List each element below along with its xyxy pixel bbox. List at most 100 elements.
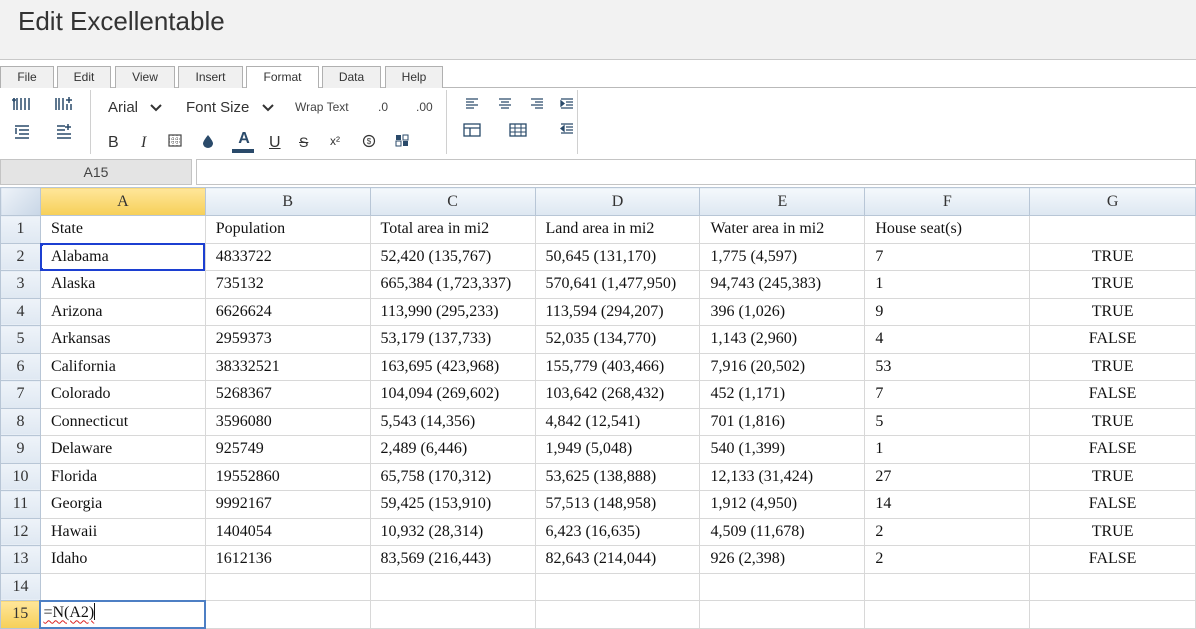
- insert-column-left-icon[interactable]: [12, 96, 32, 112]
- grid-cell[interactable]: 1,912 (4,950): [699, 490, 866, 519]
- grid-cell[interactable]: 53,625 (138,888): [534, 462, 701, 491]
- grid-cell[interactable]: 2: [864, 545, 1031, 574]
- outdent-icon[interactable]: [560, 123, 574, 135]
- grid-cell[interactable]: Arkansas: [39, 325, 206, 354]
- grid-cell[interactable]: 10,932 (28,314): [369, 517, 536, 546]
- grid-cell[interactable]: [699, 600, 866, 629]
- row-header[interactable]: 5: [0, 325, 41, 354]
- grid-cell[interactable]: Idaho: [39, 545, 206, 574]
- grid-cell[interactable]: 7: [864, 242, 1031, 271]
- row-header[interactable]: 12: [0, 517, 41, 546]
- font-family-select[interactable]: Arial: [108, 99, 162, 116]
- grid-cell[interactable]: 5,543 (14,356): [369, 407, 536, 436]
- grid-cell[interactable]: Connecticut: [39, 407, 206, 436]
- column-header-d[interactable]: D: [534, 187, 701, 216]
- grid-cell[interactable]: [864, 572, 1031, 601]
- tab-insert[interactable]: Insert: [178, 66, 243, 88]
- grid-cell[interactable]: Colorado: [39, 380, 206, 409]
- grid-cell[interactable]: 570,641 (1,477,950): [534, 270, 701, 299]
- grid-cell[interactable]: TRUE: [1029, 407, 1196, 436]
- grid-cell[interactable]: TRUE: [1029, 517, 1196, 546]
- grid-cell[interactable]: [204, 572, 371, 601]
- tab-format[interactable]: Format: [246, 66, 319, 89]
- grid-cell[interactable]: 7,916 (20,502): [699, 352, 866, 381]
- grid-cell[interactable]: 4,842 (12,541): [534, 407, 701, 436]
- selected-cell[interactable]: Alabama: [39, 242, 206, 271]
- grid-cell[interactable]: [534, 572, 701, 601]
- grid-cell[interactable]: [1029, 215, 1196, 244]
- grid-cell[interactable]: 94,743 (245,383): [699, 270, 866, 299]
- grid-cell[interactable]: TRUE: [1029, 352, 1196, 381]
- row-header[interactable]: 1: [0, 215, 41, 244]
- grid-cell[interactable]: 155,779 (403,466): [534, 352, 701, 381]
- grid-cell[interactable]: [534, 600, 701, 629]
- grid-cell[interactable]: Delaware: [39, 435, 206, 464]
- merge-cells-icon[interactable]: [463, 123, 481, 137]
- grid-cell[interactable]: California: [39, 352, 206, 381]
- grid-cell[interactable]: 9: [864, 297, 1031, 326]
- column-header-g[interactable]: G: [1029, 187, 1196, 216]
- column-header-e[interactable]: E: [699, 187, 866, 216]
- grid-cell[interactable]: 4,509 (11,678): [699, 517, 866, 546]
- grid-cell[interactable]: 103,642 (268,432): [534, 380, 701, 409]
- grid-cell[interactable]: Arizona: [39, 297, 206, 326]
- grid-cell[interactable]: [39, 572, 206, 601]
- grid-cell[interactable]: Florida: [39, 462, 206, 491]
- decrease-decimal-button[interactable]: .0: [378, 100, 388, 114]
- grid-cell[interactable]: FALSE: [1029, 380, 1196, 409]
- grid-cell[interactable]: 27: [864, 462, 1031, 491]
- grid-cell[interactable]: 926 (2,398): [699, 545, 866, 574]
- row-header[interactable]: 9: [0, 435, 41, 464]
- grid-cell[interactable]: Population: [204, 215, 371, 244]
- row-header[interactable]: 10: [0, 462, 41, 491]
- border-icon[interactable]: [168, 134, 182, 147]
- grid-cell[interactable]: [699, 572, 866, 601]
- grid-cell[interactable]: [1029, 572, 1196, 601]
- font-size-select[interactable]: Font Size: [186, 99, 274, 116]
- row-header[interactable]: 13: [0, 545, 41, 574]
- grid-cell[interactable]: 53,179 (137,733): [369, 325, 536, 354]
- grid-cell[interactable]: 19552860: [204, 462, 371, 491]
- increase-decimal-button[interactable]: .00: [416, 100, 433, 114]
- grid-cell[interactable]: Georgia: [39, 490, 206, 519]
- indent-icon[interactable]: [560, 98, 574, 110]
- column-header-b[interactable]: B: [204, 187, 371, 216]
- grid-cell[interactable]: 5268367: [204, 380, 371, 409]
- conditional-format-icon[interactable]: [395, 134, 409, 147]
- grid-cell[interactable]: 9992167: [204, 490, 371, 519]
- italic-button[interactable]: I: [141, 134, 146, 152]
- insert-column-right-icon[interactable]: [54, 96, 74, 112]
- bold-button[interactable]: B: [108, 134, 119, 152]
- grid-cell[interactable]: TRUE: [1029, 297, 1196, 326]
- align-left-icon[interactable]: [465, 98, 479, 110]
- grid-cell[interactable]: 3596080: [204, 407, 371, 436]
- column-header-c[interactable]: C: [369, 187, 536, 216]
- superscript-button[interactable]: x²: [330, 134, 340, 148]
- cell-editor-text[interactable]: =N(A2): [43, 602, 94, 623]
- grid-cell[interactable]: Hawaii: [39, 517, 206, 546]
- grid-cell[interactable]: 59,425 (153,910): [369, 490, 536, 519]
- table-icon[interactable]: [509, 123, 527, 137]
- selection-handle[interactable]: [202, 243, 205, 246]
- row-header[interactable]: 14: [0, 572, 41, 601]
- align-right-icon[interactable]: [530, 98, 544, 110]
- selection-handle[interactable]: [41, 268, 43, 270]
- row-header[interactable]: 6: [0, 352, 41, 381]
- grid-cell[interactable]: [1029, 600, 1196, 629]
- align-center-icon[interactable]: [498, 98, 512, 110]
- underline-button[interactable]: U: [269, 134, 281, 152]
- grid-cell[interactable]: 6,423 (16,635): [534, 517, 701, 546]
- grid-cell[interactable]: [369, 600, 536, 629]
- grid-cell[interactable]: 1,775 (4,597): [699, 242, 866, 271]
- wrap-text-button[interactable]: Wrap Text: [295, 100, 349, 114]
- tab-file[interactable]: File: [0, 66, 54, 88]
- grid-cell[interactable]: Total area in mi2: [369, 215, 536, 244]
- grid-cell[interactable]: 57,513 (148,958): [534, 490, 701, 519]
- grid-cell[interactable]: [204, 600, 371, 629]
- grid-cell[interactable]: 38332521: [204, 352, 371, 381]
- grid-cell[interactable]: 65,758 (170,312): [369, 462, 536, 491]
- grid-cell[interactable]: 52,035 (134,770): [534, 325, 701, 354]
- grid-cell[interactable]: 1404054: [204, 517, 371, 546]
- row-header[interactable]: 11: [0, 490, 41, 519]
- grid-cell[interactable]: 452 (1,171): [699, 380, 866, 409]
